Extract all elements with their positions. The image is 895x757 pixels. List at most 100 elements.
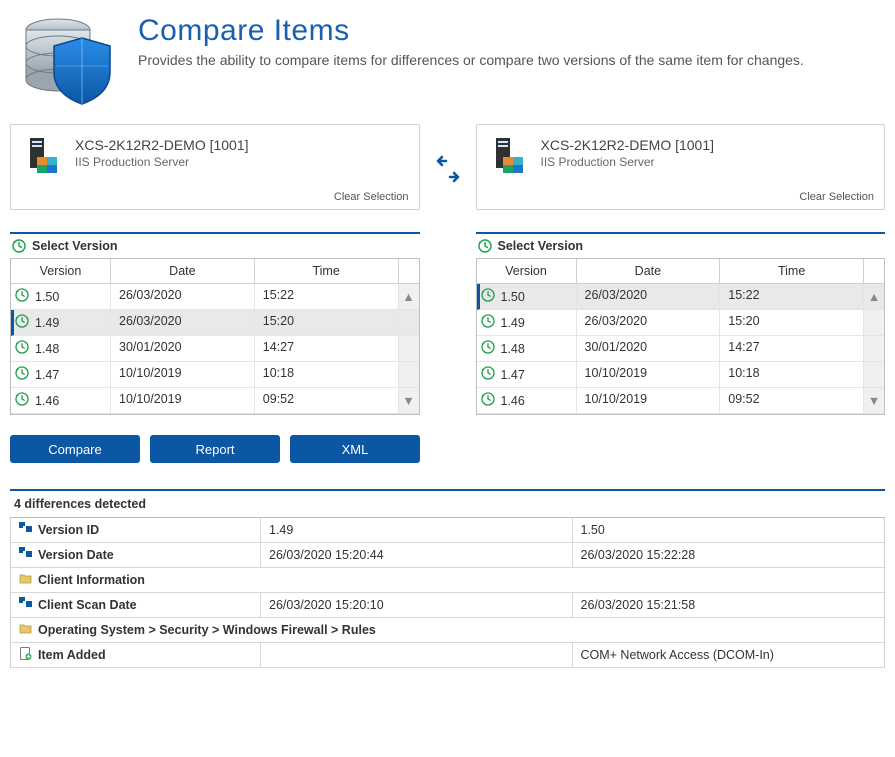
left-item-title: XCS-2K12R2-DEMO [1001] bbox=[75, 137, 249, 153]
scroll-track bbox=[864, 310, 884, 336]
right-clear-selection[interactable]: Clear Selection bbox=[799, 191, 874, 203]
version-date: 26/03/2020 bbox=[111, 310, 255, 336]
diff-label: Version ID bbox=[38, 523, 99, 537]
diff-label: Item Added bbox=[38, 648, 106, 662]
clock-icon bbox=[481, 392, 495, 409]
scroll-track bbox=[864, 362, 884, 388]
server-icon bbox=[23, 135, 63, 175]
col-time[interactable]: Time bbox=[720, 259, 864, 284]
diff-right-value: 26/03/2020 15:22:28 bbox=[573, 543, 885, 568]
diff-row: Version ID1.491.50 bbox=[11, 518, 884, 543]
diff-label: Version Date bbox=[38, 548, 114, 562]
clock-icon bbox=[15, 288, 29, 305]
compare-icon bbox=[19, 522, 32, 538]
scroll-track bbox=[864, 336, 884, 362]
col-date[interactable]: Date bbox=[111, 259, 255, 284]
version-time: 10:18 bbox=[720, 362, 864, 388]
version-time: 09:52 bbox=[255, 388, 399, 414]
diff-left-value: 26/03/2020 15:20:44 bbox=[261, 543, 573, 568]
version-time: 15:22 bbox=[720, 284, 864, 310]
version-date: 26/03/2020 bbox=[577, 284, 721, 310]
left-item-subtitle: IIS Production Server bbox=[75, 155, 249, 169]
col-date[interactable]: Date bbox=[577, 259, 721, 284]
diff-left-value: 26/03/2020 15:20:10 bbox=[261, 593, 573, 618]
compare-header-icon bbox=[10, 8, 120, 108]
scroll-track bbox=[399, 310, 419, 336]
col-version[interactable]: Version bbox=[477, 259, 577, 284]
diff-right-value: 26/03/2020 15:21:58 bbox=[573, 593, 885, 618]
version-value: 1.50 bbox=[501, 290, 525, 304]
scroll-down-icon[interactable]: ▼ bbox=[864, 388, 884, 414]
diff-group-row[interactable]: Operating System > Security > Windows Fi… bbox=[11, 618, 884, 643]
version-row[interactable]: 1.4610/10/201909:52▼ bbox=[11, 388, 419, 414]
diff-table: Version ID1.491.50 Version Date 26/03/2020… bbox=[10, 518, 885, 668]
server-icon bbox=[489, 135, 529, 175]
compare-icon bbox=[19, 547, 32, 563]
diff-right-value: 1.50 bbox=[573, 518, 885, 543]
version-row[interactable]: 1.48 30/01/202014:27 bbox=[11, 336, 419, 362]
version-row[interactable]: 1.4710/10/201910:18 bbox=[11, 362, 419, 388]
version-date: 30/01/2020 bbox=[577, 336, 721, 362]
version-date: 10/10/2019 bbox=[111, 362, 255, 388]
scroll-track bbox=[399, 336, 419, 362]
folder-icon bbox=[19, 622, 32, 638]
version-date: 26/03/2020 bbox=[111, 284, 255, 310]
history-icon bbox=[12, 239, 26, 253]
clock-icon bbox=[15, 392, 29, 409]
right-item-subtitle: IIS Production Server bbox=[541, 155, 715, 169]
version-date: 26/03/2020 bbox=[577, 310, 721, 336]
version-value: 1.50 bbox=[35, 290, 59, 304]
col-time[interactable]: Time bbox=[255, 259, 399, 284]
version-time: 14:27 bbox=[255, 336, 399, 362]
version-time: 09:52 bbox=[720, 388, 864, 414]
left-version-grid: Version Date Time 1.5026/03/202015:22▲1.… bbox=[10, 258, 420, 415]
compare-icon bbox=[19, 597, 32, 613]
version-time: 15:22 bbox=[255, 284, 399, 310]
scroll-down-icon[interactable]: ▼ bbox=[399, 388, 419, 414]
version-date: 30/01/2020 bbox=[111, 336, 255, 362]
version-value: 1.46 bbox=[35, 394, 59, 408]
version-value: 1.48 bbox=[35, 342, 59, 356]
diff-label: Client Scan Date bbox=[38, 598, 137, 612]
version-value: 1.49 bbox=[501, 316, 525, 330]
page-title: Compare Items bbox=[138, 14, 804, 48]
version-time: 15:20 bbox=[720, 310, 864, 336]
version-row[interactable]: 1.50 26/03/202015:22▲ bbox=[477, 284, 885, 310]
swap-icon[interactable] bbox=[420, 124, 476, 184]
history-icon bbox=[478, 239, 492, 253]
right-select-version-label: Select Version bbox=[498, 239, 583, 253]
group-label: Client Information bbox=[38, 573, 145, 587]
diff-row: Item AddedCOM+ Network Access (DCOM-In) bbox=[11, 643, 884, 668]
xml-button[interactable]: XML bbox=[290, 435, 420, 463]
clock-icon bbox=[481, 314, 495, 331]
left-clear-selection[interactable]: Clear Selection bbox=[334, 191, 409, 203]
diff-row: Client Scan Date 26/03/2020 15:20:1026/03… bbox=[11, 593, 884, 618]
compare-button[interactable]: Compare bbox=[10, 435, 140, 463]
clock-icon bbox=[481, 288, 495, 305]
version-time: 10:18 bbox=[255, 362, 399, 388]
right-item-card[interactable]: XCS-2K12R2-DEMO [1001] IIS Production Se… bbox=[476, 124, 886, 210]
version-value: 1.48 bbox=[501, 342, 525, 356]
diff-row: Version Date 26/03/2020 15:20:4426/03/202… bbox=[11, 543, 884, 568]
version-row[interactable]: 1.4710/10/201910:18 bbox=[477, 362, 885, 388]
col-version[interactable]: Version bbox=[11, 259, 111, 284]
clock-icon bbox=[481, 366, 495, 383]
left-item-card[interactable]: XCS-2K12R2-DEMO [1001] IIS Production Se… bbox=[10, 124, 420, 210]
left-select-version-label: Select Version bbox=[32, 239, 117, 253]
folder-icon bbox=[19, 572, 32, 588]
scroll-up-icon[interactable]: ▲ bbox=[399, 284, 419, 310]
version-time: 15:20 bbox=[255, 310, 399, 336]
version-row[interactable]: 1.48 30/01/202014:27 bbox=[477, 336, 885, 362]
version-time: 14:27 bbox=[720, 336, 864, 362]
version-value: 1.47 bbox=[501, 368, 525, 382]
diff-group-row[interactable]: Client Information bbox=[11, 568, 884, 593]
version-row[interactable]: 1.49 26/03/202015:20 bbox=[477, 310, 885, 336]
clock-icon bbox=[15, 340, 29, 357]
version-row[interactable]: 1.4610/10/201909:52▼ bbox=[477, 388, 885, 414]
right-version-grid: Version Date Time 1.5026/03/202015:22▲1.… bbox=[476, 258, 886, 415]
report-button[interactable]: Report bbox=[150, 435, 280, 463]
version-row[interactable]: 1.4926/03/202015:20 bbox=[11, 310, 419, 336]
scroll-up-icon[interactable]: ▲ bbox=[864, 284, 884, 310]
version-row[interactable]: 1.50 26/03/202015:22▲ bbox=[11, 284, 419, 310]
version-date: 10/10/2019 bbox=[577, 388, 721, 414]
